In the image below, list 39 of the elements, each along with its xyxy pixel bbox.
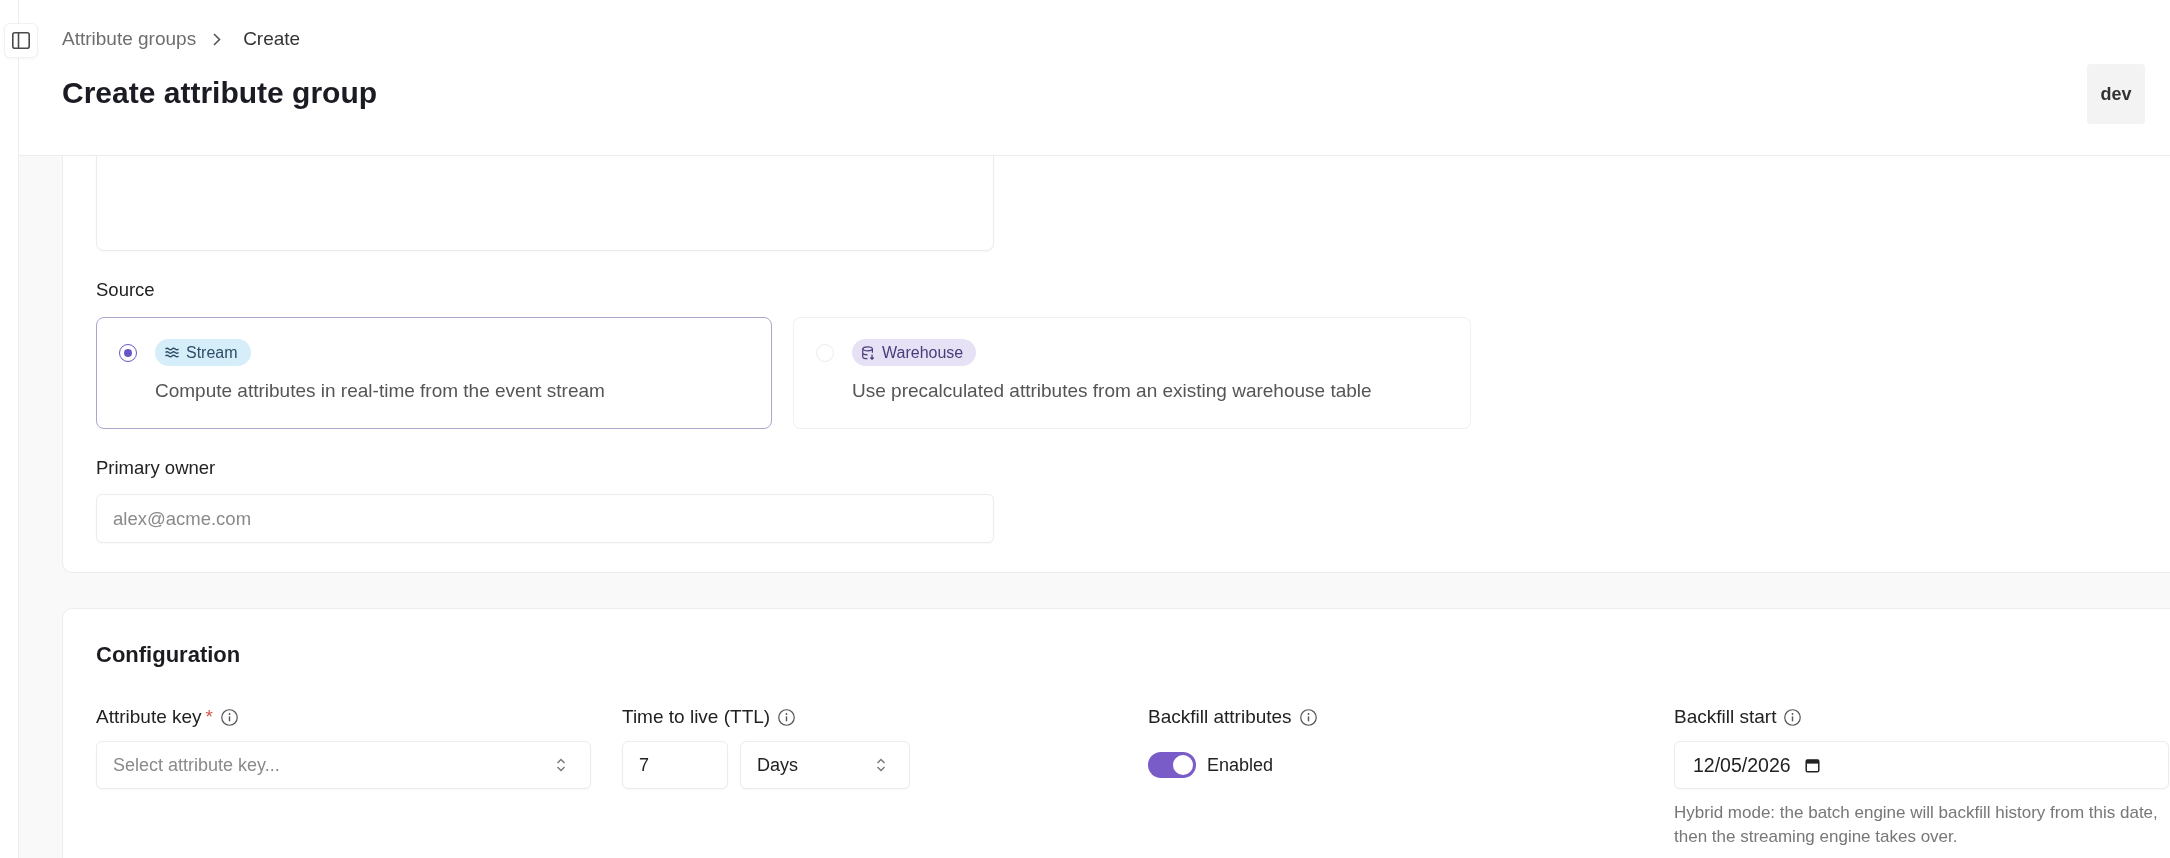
breadcrumb-link[interactable]: Attribute groups <box>62 27 197 51</box>
field-label: Attribute key <box>96 705 202 729</box>
date-input-field[interactable]: 12/05/2026 <box>1674 741 2169 789</box>
info-icon <box>1299 708 1317 726</box>
field-label: Time to live (TTL) <box>622 705 771 729</box>
breadcrumb-current: Create <box>243 27 301 51</box>
sidebar-toggle-button[interactable] <box>4 23 38 58</box>
option-description: Use precalculated attributes from an existing warehouse table <box>852 379 1372 403</box>
option-description: Compute attributes in real-time from the event stream <box>155 379 605 403</box>
toggle-switch[interactable] <box>1148 752 1196 778</box>
email-input-field[interactable]: alex@acme.com <box>96 494 994 543</box>
required-mark: * <box>205 705 213 729</box>
chevron-right-icon <box>213 32 222 46</box>
sidebar-icon <box>12 32 30 49</box>
environment-button[interactable]: dev <box>2087 64 2145 124</box>
source-option-card[interactable]: Warehouse Use precalculated attributes from an existing warehouse table <box>793 317 1471 429</box>
select-field[interactable]: Select attribute key... <box>96 741 591 789</box>
database-icon <box>862 345 875 360</box>
field-label: Backfill start <box>1674 705 1777 729</box>
unit-select-field[interactable]: Days <box>740 741 910 789</box>
number-input-field[interactable]: 7 <box>622 741 728 789</box>
info-icon <box>221 708 238 726</box>
field-label: Backfill attributes <box>1148 705 1292 729</box>
toggle-label: Enabled <box>1207 754 1274 776</box>
source-name: Stream <box>186 342 238 363</box>
field-label: Primary owner <box>96 456 216 480</box>
source-option-card[interactable]: Stream Compute attributes in real-time from the event stream <box>96 317 772 429</box>
help-text: Hybrid mode: the batch engine will backfill history from this date, then the streaming engine takes over. <box>1674 802 2159 848</box>
source-name: Warehouse <box>882 342 964 363</box>
section-heading: Configuration <box>96 641 241 669</box>
page-title: Create attribute group <box>62 75 378 111</box>
chevron-up-down-icon <box>556 757 566 773</box>
info-icon <box>1784 708 1802 726</box>
info-icon <box>778 708 796 726</box>
calendar-icon[interactable] <box>1804 757 1820 773</box>
section-label: Source <box>96 278 155 302</box>
waves-icon <box>165 347 179 358</box>
radio-button[interactable] <box>119 343 137 362</box>
chevron-up-down-icon <box>876 757 886 773</box>
